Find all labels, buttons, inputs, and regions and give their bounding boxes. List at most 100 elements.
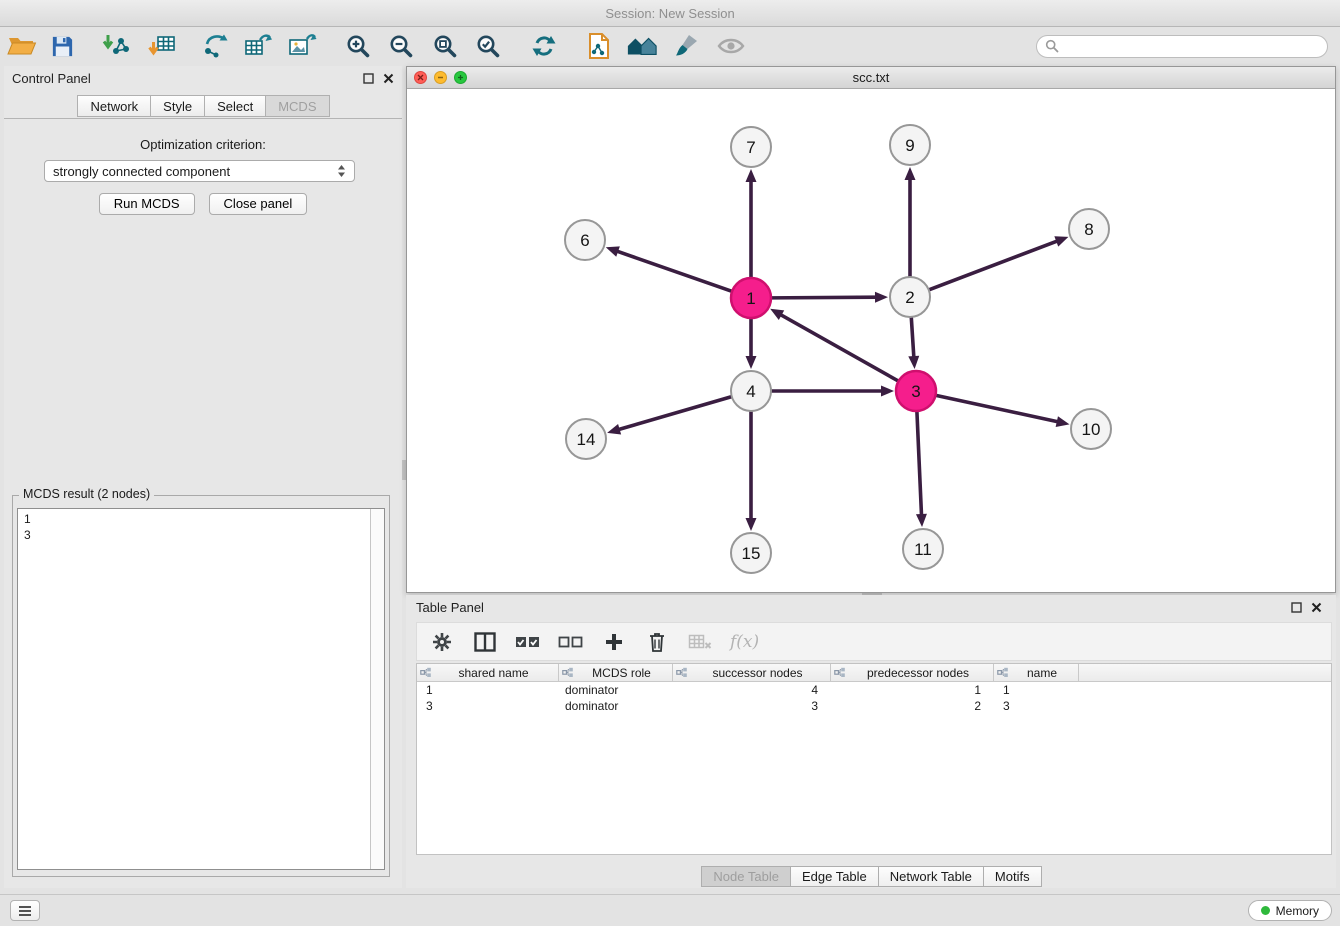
- control-panel-header: Control Panel: [4, 66, 402, 90]
- status-bar: Memory: [0, 894, 1340, 926]
- tab-network-table[interactable]: Network Table: [878, 866, 984, 887]
- table-cell[interactable]: 2: [831, 699, 994, 713]
- graph-node-14[interactable]: 14: [566, 419, 606, 459]
- graph-edge-1-4[interactable]: [746, 319, 757, 369]
- optimization-criterion-select[interactable]: strongly connected component: [44, 160, 355, 182]
- graph-edge-1-6[interactable]: [606, 246, 731, 291]
- table-cell[interactable]: dominator: [559, 699, 673, 713]
- graph-node-4[interactable]: 4: [731, 371, 771, 411]
- network-window-titlebar[interactable]: scc.txt: [407, 67, 1335, 89]
- refresh-view-icon[interactable]: [528, 30, 560, 62]
- export-table-icon[interactable]: [242, 30, 274, 62]
- minimize-window-button[interactable]: [434, 71, 447, 84]
- tab-node-table[interactable]: Node Table: [701, 866, 791, 887]
- column-header-predecessor-nodes[interactable]: predecessor nodes: [831, 664, 994, 681]
- graph-node-7[interactable]: 7: [731, 127, 771, 167]
- zoom-in-icon[interactable]: [342, 30, 374, 62]
- show-hide-eye-icon[interactable]: [715, 30, 747, 62]
- float-panel-icon[interactable]: [1291, 602, 1302, 613]
- graph-edge-3-1[interactable]: [770, 309, 898, 381]
- table-row[interactable]: 1dominator411: [417, 682, 1331, 698]
- graph-edge-1-7[interactable]: [746, 169, 757, 277]
- network-canvas[interactable]: 7 9 6 8 1 2 4 3 14 10 15 11: [407, 89, 1335, 592]
- run-mcds-button[interactable]: Run MCDS: [99, 193, 195, 215]
- graph-node-3[interactable]: 3: [896, 371, 936, 411]
- delete-column-trash-icon[interactable]: [644, 629, 670, 655]
- graph-node-8[interactable]: 8: [1069, 209, 1109, 249]
- zoom-out-icon[interactable]: [385, 30, 417, 62]
- tab-network[interactable]: Network: [77, 95, 151, 117]
- graph-node-6[interactable]: 6: [565, 220, 605, 260]
- memory-button[interactable]: Memory: [1248, 900, 1332, 921]
- export-image-icon[interactable]: [286, 30, 318, 62]
- tab-style[interactable]: Style: [150, 95, 205, 117]
- panel-menu-button[interactable]: [10, 900, 40, 921]
- tab-edge-table[interactable]: Edge Table: [790, 866, 879, 887]
- node-table: shared nameMCDS rolesuccessor nodesprede…: [416, 663, 1332, 855]
- save-session-icon[interactable]: [46, 30, 78, 62]
- graph-edge-3-11[interactable]: [916, 412, 927, 527]
- zoom-selected-icon[interactable]: [472, 30, 504, 62]
- tab-motifs[interactable]: Motifs: [983, 866, 1042, 887]
- table-cell[interactable]: 3: [417, 699, 559, 713]
- export-network-icon[interactable]: [199, 30, 231, 62]
- style-brush-icon[interactable]: [670, 30, 702, 62]
- table-cell[interactable]: dominator: [559, 683, 673, 697]
- add-column-icon[interactable]: [601, 629, 627, 655]
- table-tabs: Node TableEdge TableNetwork TableMotifs: [406, 866, 1336, 887]
- table-settings-gear-icon[interactable]: [429, 629, 455, 655]
- close-panel-icon[interactable]: [1311, 602, 1322, 613]
- column-header-MCDS-role[interactable]: MCDS role: [559, 664, 673, 681]
- zoom-fit-icon[interactable]: [429, 30, 461, 62]
- graph-edge-4-3[interactable]: [772, 386, 894, 397]
- tab-select[interactable]: Select: [204, 95, 266, 117]
- main-toolbar: [0, 27, 1340, 65]
- graph-node-15[interactable]: 15: [731, 533, 771, 573]
- search-input[interactable]: [1059, 39, 1319, 53]
- table-cell[interactable]: 1: [994, 683, 1079, 697]
- column-header-name[interactable]: name: [994, 664, 1079, 681]
- open-session-icon[interactable]: [6, 30, 38, 62]
- close-panel-button[interactable]: Close panel: [209, 193, 308, 215]
- split-columns-icon[interactable]: [472, 629, 498, 655]
- graph-edge-3-10[interactable]: [937, 395, 1070, 426]
- graph-edge-4-15[interactable]: [746, 412, 757, 531]
- function-builder-icon: f(x): [730, 632, 759, 652]
- table-body: 1dominator4113dominator323: [417, 682, 1331, 854]
- zoom-window-button[interactable]: [454, 71, 467, 84]
- stepper-arrows-icon: [337, 164, 346, 178]
- result-item[interactable]: 1: [18, 511, 384, 527]
- result-scrollbar[interactable]: [370, 509, 384, 869]
- table-cell[interactable]: 3: [673, 699, 831, 713]
- graph-edge-2-9[interactable]: [905, 167, 916, 276]
- table-cell[interactable]: 3: [994, 699, 1079, 713]
- graph-edge-4-14[interactable]: [607, 397, 731, 435]
- float-panel-icon[interactable]: [363, 73, 374, 84]
- select-all-checkboxes-icon[interactable]: [515, 629, 541, 655]
- graph-node-11[interactable]: 11: [903, 529, 943, 569]
- graph-node-1[interactable]: 1: [731, 278, 771, 318]
- close-window-button[interactable]: [414, 71, 427, 84]
- svg-text:15: 15: [742, 544, 761, 563]
- toolbar-search[interactable]: [1036, 35, 1328, 58]
- graph-node-10[interactable]: 10: [1071, 409, 1111, 449]
- result-item[interactable]: 3: [18, 527, 384, 543]
- graph-node-2[interactable]: 2: [890, 277, 930, 317]
- table-row[interactable]: 3dominator323: [417, 698, 1331, 714]
- graph-edge-1-2[interactable]: [772, 292, 888, 303]
- import-table-icon[interactable]: [147, 30, 179, 62]
- tab-mcds[interactable]: MCDS: [265, 95, 329, 117]
- column-header-shared-name[interactable]: shared name: [417, 664, 559, 681]
- clear-checkboxes-icon[interactable]: [558, 629, 584, 655]
- import-network-icon[interactable]: [100, 30, 132, 62]
- network-home-icon[interactable]: [626, 30, 658, 62]
- table-cell[interactable]: 1: [417, 683, 559, 697]
- table-cell[interactable]: 1: [831, 683, 994, 697]
- clone-network-icon[interactable]: [583, 30, 615, 62]
- graph-node-9[interactable]: 9: [890, 125, 930, 165]
- close-panel-icon[interactable]: [383, 73, 394, 84]
- graph-edge-2-8[interactable]: [930, 236, 1069, 289]
- column-header-successor-nodes[interactable]: successor nodes: [673, 664, 831, 681]
- graph-edge-2-3[interactable]: [908, 318, 919, 369]
- table-cell[interactable]: 4: [673, 683, 831, 697]
